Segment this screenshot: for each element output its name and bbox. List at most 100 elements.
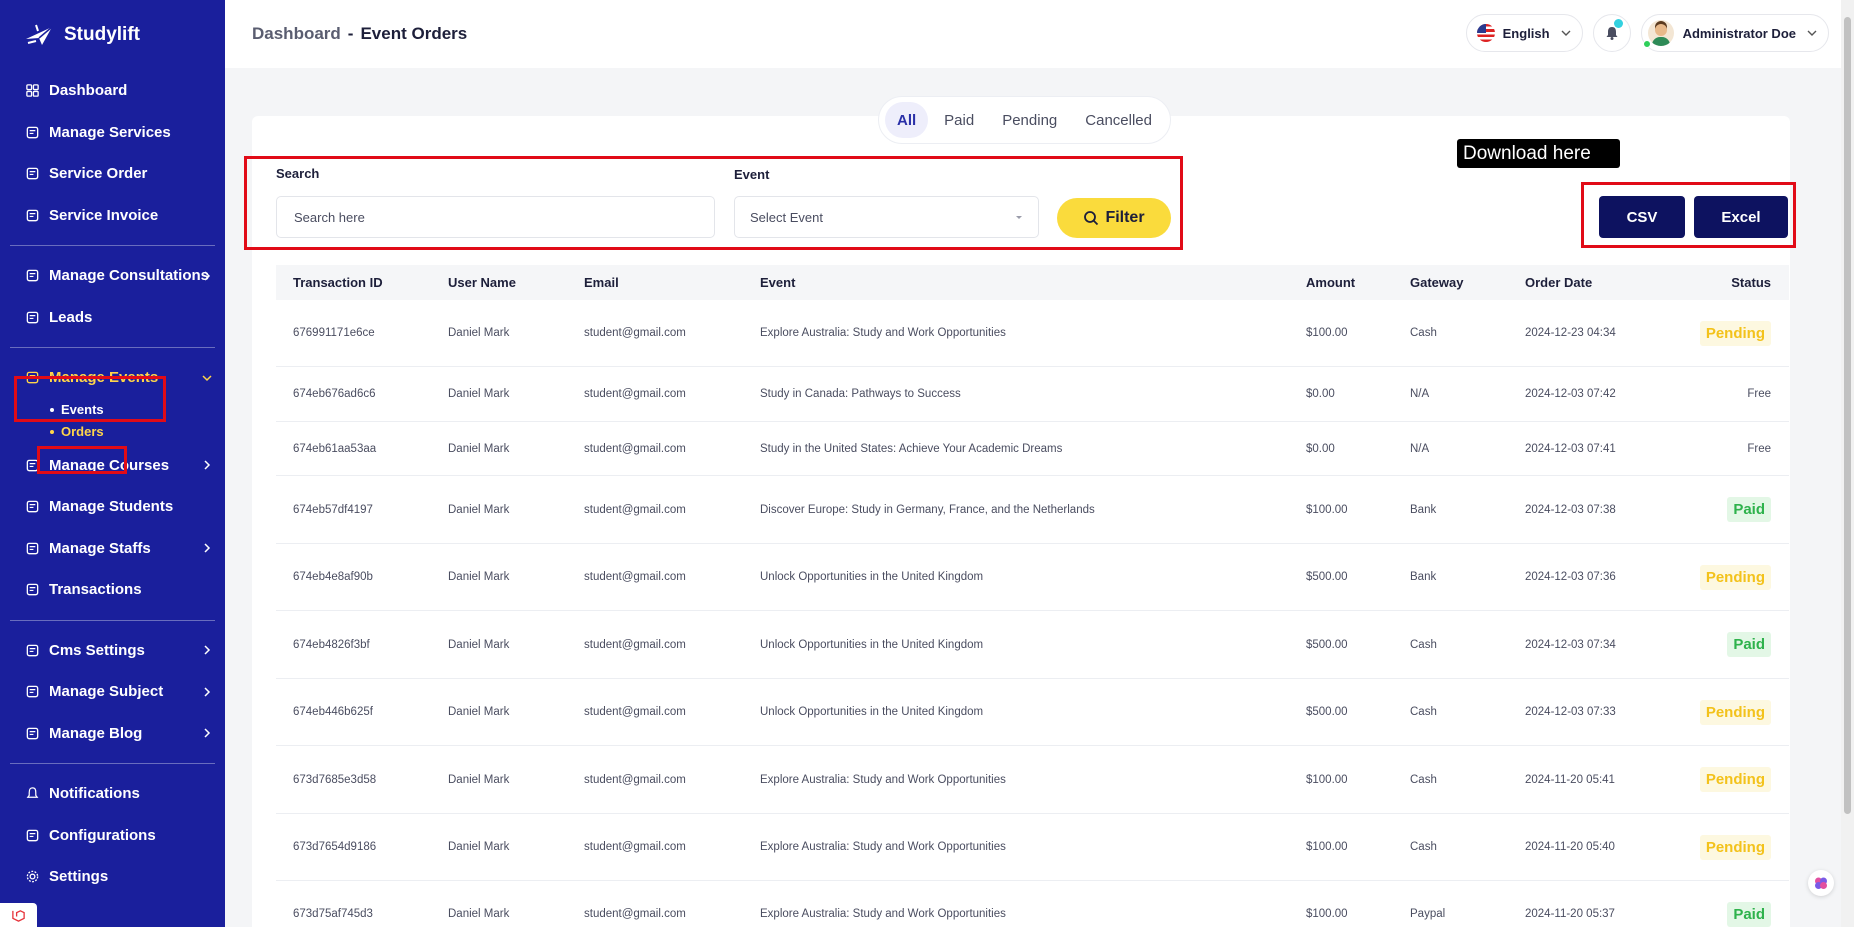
sidebar-item-service-order[interactable]: Service Order xyxy=(0,153,225,195)
cell-email: student@gmail.com xyxy=(584,908,686,920)
chevron-down-icon xyxy=(1561,30,1571,36)
notifications-button[interactable] xyxy=(1592,14,1631,52)
sidebar-item-manage-staffs[interactable]: Manage Staffs xyxy=(0,528,225,570)
language-selector[interactable]: English xyxy=(1465,14,1583,52)
sidebar-item-manage-subject[interactable]: Manage Subject xyxy=(0,671,225,713)
sidebar-item-label: Manage Services xyxy=(49,123,171,141)
cell-gateway: Bank xyxy=(1410,571,1437,583)
scrollbar-thumb[interactable] xyxy=(1844,17,1851,814)
sidebar-item-settings[interactable]: Settings xyxy=(0,856,225,898)
table-row[interactable]: 673d7685e3d58 Daniel Mark student@gmail.co… xyxy=(276,746,1789,814)
sidebar-item-transactions[interactable]: Transactions xyxy=(0,569,225,611)
table-row[interactable]: 674eb4e8af90b Daniel Mark student@gmail.co… xyxy=(276,544,1789,611)
chevron-right-icon xyxy=(204,271,211,281)
table-row[interactable]: 674eb61aa53aa Daniel Mark student@gmail.co… xyxy=(276,422,1789,476)
sidebar-item-dashboard[interactable]: Dashboard xyxy=(0,70,225,112)
events-icon xyxy=(24,370,40,386)
column-header-status[interactable]: Status xyxy=(1670,275,1789,290)
chevron-right-icon xyxy=(204,543,211,553)
cell-email: student@gmail.com xyxy=(584,841,686,853)
csv-button[interactable]: CSV xyxy=(1599,196,1685,238)
table-row[interactable]: 674eb57df4197 Daniel Mark student@gmail.co… xyxy=(276,476,1789,544)
cell-id: 674eb676ad6c6 xyxy=(293,388,376,400)
sidebar-item-label: Service Order xyxy=(49,165,148,183)
leads-icon xyxy=(24,309,40,325)
column-header-user-name[interactable]: User Name xyxy=(448,275,584,290)
tab-cancelled[interactable]: Cancelled xyxy=(1073,102,1164,138)
cell-status: Pending xyxy=(1670,699,1789,725)
cell-status: Paid xyxy=(1670,497,1789,522)
sidebar-item-label: Manage Courses xyxy=(49,456,170,474)
cell-event: Explore Australia: Study and Work Opport… xyxy=(760,327,1006,339)
column-header-transaction-id[interactable]: Transaction ID xyxy=(276,275,448,290)
sidebar-item-cms-settings[interactable]: Cms Settings xyxy=(0,630,225,672)
cell-email: student@gmail.com xyxy=(584,442,686,455)
cell-email: student@gmail.com xyxy=(584,327,686,339)
column-header-email[interactable]: Email xyxy=(584,275,760,290)
sidebar-item-manage-blog[interactable]: Manage Blog xyxy=(0,713,225,755)
cell-status: Free xyxy=(1670,443,1789,455)
brand-logo[interactable]: Studylift xyxy=(0,0,225,70)
search-icon xyxy=(1084,211,1099,226)
invoice-icon xyxy=(24,207,40,223)
breadcrumb-root[interactable]: Dashboard xyxy=(252,24,341,43)
sidebar-item-manage-consultations[interactable]: Manage Consultations xyxy=(0,255,225,297)
table-row[interactable]: 674eb676ad6c6 Daniel Mark student@gmail.co… xyxy=(276,367,1789,422)
cell-email: student@gmail.com xyxy=(584,503,686,516)
cell-date: 2024-11-20 05:40 xyxy=(1525,841,1615,853)
breadcrumb-separator: - xyxy=(347,24,354,43)
debug-toolbar-icon[interactable] xyxy=(0,903,37,927)
us-flag-icon xyxy=(1476,24,1495,42)
tab-all[interactable]: All xyxy=(885,102,929,138)
cell-gateway: Cash xyxy=(1410,841,1437,853)
cell-event: Study in the United States: Achieve Your… xyxy=(760,442,1063,455)
cell-event: Discover Europe: Study in Germany, Franc… xyxy=(760,503,1095,516)
page-scrollbar[interactable] xyxy=(1841,0,1854,927)
table-row[interactable]: 673d75af745d3 Daniel Mark student@gmail.co… xyxy=(276,881,1789,927)
user-menu[interactable]: Administrator Doe xyxy=(1640,14,1829,52)
tab-paid[interactable]: Paid xyxy=(932,102,986,138)
submenu-item-events[interactable]: Events xyxy=(50,399,225,421)
dashboard-icon xyxy=(24,83,40,99)
sidebar-item-manage-students[interactable]: Manage Students xyxy=(0,486,225,528)
transactions-icon xyxy=(24,582,40,598)
column-header-order-date[interactable]: Order Date xyxy=(1525,275,1670,290)
page-title: Event Orders xyxy=(360,24,468,43)
table-row[interactable]: 674eb446b625f Daniel Mark student@gmail.co… xyxy=(276,679,1789,746)
status-badge: Paid xyxy=(1727,901,1771,927)
event-select[interactable]: Select Event xyxy=(734,196,1039,238)
table-row[interactable]: 673d7654d9186 Daniel Mark student@gmail.co… xyxy=(276,814,1789,881)
column-header-event[interactable]: Event xyxy=(760,275,1306,290)
excel-button[interactable]: Excel xyxy=(1694,196,1788,238)
status-badge: Pending xyxy=(1699,320,1771,346)
cell-id: 676991171e6ce xyxy=(293,327,375,339)
sidebar-item-configurations[interactable]: Configurations xyxy=(0,815,225,857)
sidebar-divider xyxy=(10,619,215,621)
column-header-amount[interactable]: Amount xyxy=(1306,275,1410,290)
sidebar-item-manage-services[interactable]: Manage Services xyxy=(0,112,225,154)
list-icon xyxy=(24,166,40,182)
sidebar-item-label: Cms Settings xyxy=(49,641,145,659)
submenu-item-orders[interactable]: Orders xyxy=(50,421,225,443)
cell-user: Daniel Mark xyxy=(448,503,510,516)
sidebar-item-manage-events[interactable]: Manage Events xyxy=(0,357,225,399)
cell-status: Pending xyxy=(1670,320,1789,346)
cell-date: 2024-12-03 07:34 xyxy=(1525,638,1616,651)
sidebar-item-service-invoice[interactable]: Service Invoice xyxy=(0,195,225,237)
sidebar-item-leads[interactable]: Leads xyxy=(0,297,225,339)
tab-pending[interactable]: Pending xyxy=(990,102,1069,138)
cell-amount: $500.00 xyxy=(1306,638,1348,651)
filter-button[interactable]: Filter xyxy=(1057,198,1171,238)
sidebar-item-notifications[interactable]: Notifications xyxy=(0,773,225,815)
status-badge: Free xyxy=(1747,388,1771,400)
sidebar-item-manage-courses[interactable]: Manage Courses xyxy=(0,445,225,487)
event-label: Event xyxy=(734,167,770,182)
cell-id: 674eb57df4197 xyxy=(293,503,373,516)
search-input[interactable] xyxy=(276,196,715,238)
cell-user: Daniel Mark xyxy=(448,442,510,455)
assistant-fab[interactable] xyxy=(1808,870,1834,896)
table-row[interactable]: 674eb4826f3bf Daniel Mark student@gmail.co… xyxy=(276,611,1789,679)
table-row[interactable]: 676991171e6ce Daniel Mark student@gmail.co… xyxy=(276,300,1789,367)
column-header-gateway[interactable]: Gateway xyxy=(1410,275,1525,290)
cell-date: 2024-11-20 05:37 xyxy=(1525,908,1615,920)
